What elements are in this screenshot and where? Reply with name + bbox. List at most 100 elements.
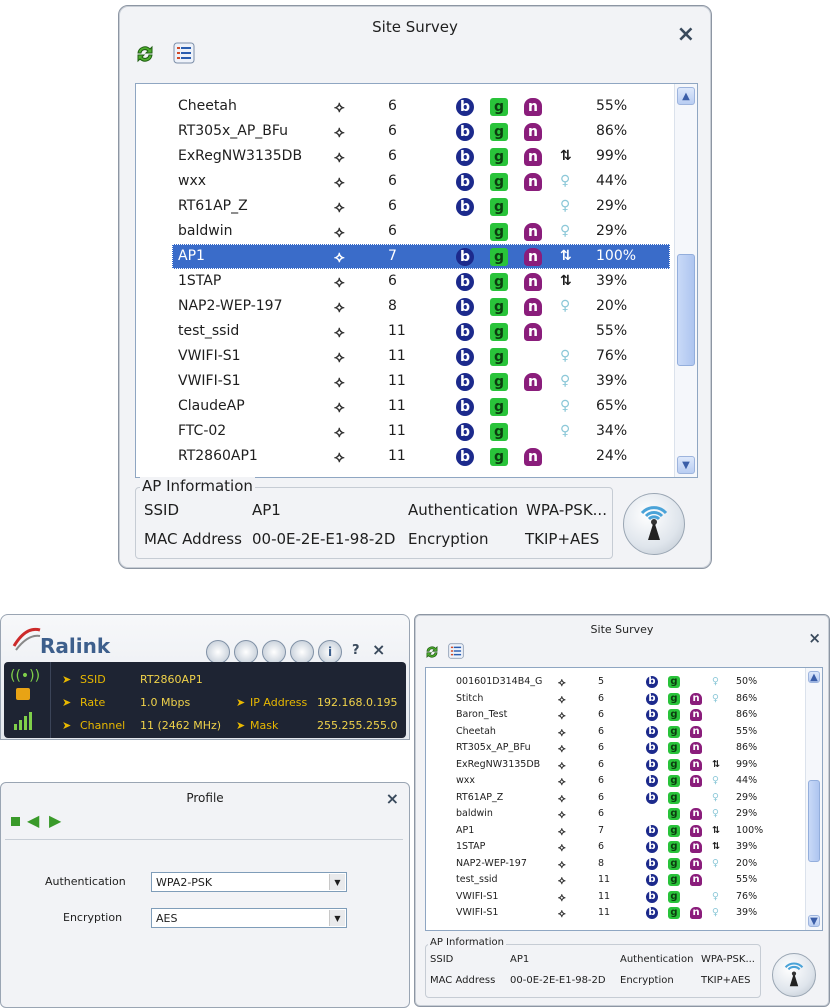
network-row[interactable]: RT305x_AP_BFu ⟡ 6 b g n 86%: [450, 740, 795, 757]
mode-b-icon: b: [646, 676, 658, 688]
mode-g-icon: g: [490, 173, 508, 191]
scroll-down-button[interactable]: ▼: [677, 456, 695, 474]
rate-label: Rate: [80, 696, 106, 709]
channel: 6: [388, 173, 397, 189]
back-arrow-icon[interactable]: ◀: [27, 811, 39, 830]
signal-strength: 86%: [736, 742, 758, 753]
ssid: NAP2-WEP-197: [178, 298, 283, 314]
network-list[interactable]: Cheetah ⟡ 6 b g n 55% RT305x_AP_BFu ⟡ 6 b g n 86% ExRe…: [135, 83, 698, 478]
network-list[interactable]: 001601D314B4_G ⟡ 5 b g ♀ 50% Stitch ⟡ 6 b g n ♀ 86% Bar…: [425, 667, 823, 931]
mode-g-icon: g: [490, 198, 508, 216]
network-row[interactable]: ExRegNW3135DB ⟡ 6 b g n ⇅ 99%: [450, 757, 795, 774]
network-row[interactable]: ClaudeAP ⟡ 11 b g ♀ 65%: [172, 394, 670, 419]
wps-lock-icon: ⟡: [558, 757, 566, 772]
signal-strength: 39%: [736, 907, 758, 918]
auth-value: WPA-PSK...: [526, 501, 607, 519]
network-row[interactable]: VWIFI-S1 ⟡ 11 b g ♀ 76%: [172, 344, 670, 369]
wps-lock-icon: ⟡: [558, 691, 566, 706]
channel: 11: [388, 323, 406, 339]
list-icon[interactable]: [171, 40, 197, 66]
refresh-icon[interactable]: [133, 42, 157, 66]
network-row[interactable]: baldwin ⟡ 6 g n ♀ 29%: [450, 806, 795, 823]
scrollbar[interactable]: ▲ ▼: [674, 84, 697, 477]
network-row[interactable]: Stitch ⟡ 6 b g n ♀ 86%: [450, 691, 795, 708]
network-row[interactable]: RT2860AP1 ⟡ 11 b g n 24%: [172, 444, 670, 469]
stop-icon[interactable]: [11, 817, 20, 826]
mode-b-icon: b: [456, 373, 474, 391]
network-row[interactable]: AP1 ⟡ 7 b g n ⇅ 100%: [450, 823, 795, 840]
mode-g-icon: g: [668, 742, 680, 754]
scrollbar[interactable]: ▲ ▼: [805, 668, 822, 930]
scroll-thumb[interactable]: [677, 254, 695, 366]
scroll-thumb[interactable]: [808, 780, 820, 862]
wps-pbc-icon: ⇅: [712, 824, 720, 836]
signal-strength: 55%: [596, 323, 628, 339]
mask-value: 255.255.255.0: [317, 719, 398, 732]
signal-strength: 86%: [736, 692, 758, 704]
network-row[interactable]: AP1 ⟡ 7 b g n ⇅ 100%: [172, 244, 670, 269]
mode-n-icon: n: [690, 725, 702, 738]
network-row[interactable]: RT305x_AP_BFu ⟡ 6 b g n 86%: [172, 119, 670, 144]
channel: 6: [598, 692, 605, 704]
network-row[interactable]: baldwin ⟡ 6 g n ♀ 29%: [172, 219, 670, 244]
refresh-icon[interactable]: [423, 643, 441, 661]
network-row[interactable]: VWIFI-S1 ⟡ 11 b g ♀ 76%: [450, 889, 795, 906]
network-row[interactable]: Cheetah ⟡ 6 b g n 55%: [450, 724, 795, 741]
network-row[interactable]: FTC-02 ⟡ 11 b g ♀ 34%: [172, 419, 670, 444]
list-icon[interactable]: [447, 642, 465, 660]
profile-close-button[interactable]: ×: [386, 789, 399, 808]
mode-b-icon: b: [456, 198, 474, 216]
close-button[interactable]: ×: [372, 640, 385, 659]
mode-b-icon: b: [456, 123, 474, 141]
bulb-icon: ♀: [560, 173, 571, 189]
authentication-select[interactable]: WPA2-PSK ▼: [151, 872, 347, 892]
network-row[interactable]: VWIFI-S1 ⟡ 11 b g n ♀ 39%: [172, 369, 670, 394]
network-row[interactable]: wxx ⟡ 6 b g n ♀ 44%: [172, 169, 670, 194]
search-round-icon[interactable]: [262, 640, 286, 664]
gear-round-icon[interactable]: [290, 640, 314, 664]
scroll-down-button[interactable]: ▼: [808, 915, 820, 927]
network-row[interactable]: RT61AP_Z ⟡ 6 b g ♀ 29%: [450, 790, 795, 807]
dropdown-arrow-icon: ▼: [329, 910, 345, 926]
mode-g-icon: g: [668, 890, 680, 903]
list-round-icon[interactable]: [206, 640, 230, 664]
network-row[interactable]: test_ssid ⟡ 11 b g n 55%: [172, 319, 670, 344]
signal-strength: 50%: [736, 676, 758, 687]
channel: 11: [598, 907, 611, 918]
channel: 11: [598, 874, 611, 885]
network-row[interactable]: RT61AP_Z ⟡ 6 b g ♀ 29%: [172, 194, 670, 219]
enc-label: Encryption: [408, 530, 489, 548]
network-row[interactable]: NAP2-WEP-197 ⟡ 8 b g n ♀ 20%: [450, 856, 795, 873]
ssid: VWIFI-S1: [456, 890, 499, 902]
network-row[interactable]: wxx ⟡ 6 b g n ♀ 44%: [450, 773, 795, 790]
disk-round-icon[interactable]: [234, 640, 258, 664]
bulb-icon: ♀: [560, 348, 571, 364]
network-row[interactable]: test_ssid ⟡ 11 b g n 55%: [450, 872, 795, 889]
ssid: ExRegNW3135DB: [178, 148, 303, 164]
network-row[interactable]: Cheetah ⟡ 6 b g n 55%: [172, 94, 670, 119]
info-round-icon[interactable]: i: [318, 640, 342, 664]
network-row[interactable]: NAP2-WEP-197 ⟡ 8 b g n ♀ 20%: [172, 294, 670, 319]
mode-b-icon: b: [646, 791, 658, 804]
encryption-select[interactable]: AES ▼: [151, 908, 347, 928]
network-row[interactable]: Baron_Test ⟡ 6 b g n 86%: [450, 707, 795, 724]
ssid: Cheetah: [456, 725, 496, 737]
close-button[interactable]: ×: [808, 629, 821, 647]
network-row[interactable]: 1STAP ⟡ 6 b g n ⇅ 39%: [450, 839, 795, 856]
close-button[interactable]: ×: [677, 22, 695, 47]
scroll-up-button[interactable]: ▲: [808, 671, 820, 683]
ssid: RT61AP_Z: [178, 198, 248, 214]
network-row[interactable]: VWIFI-S1 ⟡ 11 b g n ♀ 39%: [450, 905, 795, 922]
forward-arrow-icon[interactable]: ▶: [49, 811, 61, 830]
scroll-up-button[interactable]: ▲: [677, 87, 695, 105]
help-button[interactable]: ?: [352, 643, 360, 658]
connect-button[interactable]: [623, 493, 685, 555]
network-row[interactable]: 1STAP ⟡ 6 b g n ⇅ 39%: [172, 269, 670, 294]
network-row[interactable]: 001601D314B4_G ⟡ 5 b g ♀ 50%: [450, 674, 795, 691]
mode-n-icon: n: [690, 841, 702, 853]
ssid: baldwin: [178, 223, 233, 239]
bulb-icon: ♀: [712, 676, 719, 687]
network-row[interactable]: ExRegNW3135DB ⟡ 6 b g n ⇅ 99%: [172, 144, 670, 169]
signal-strength: 39%: [736, 841, 758, 852]
connect-button[interactable]: [772, 953, 816, 997]
